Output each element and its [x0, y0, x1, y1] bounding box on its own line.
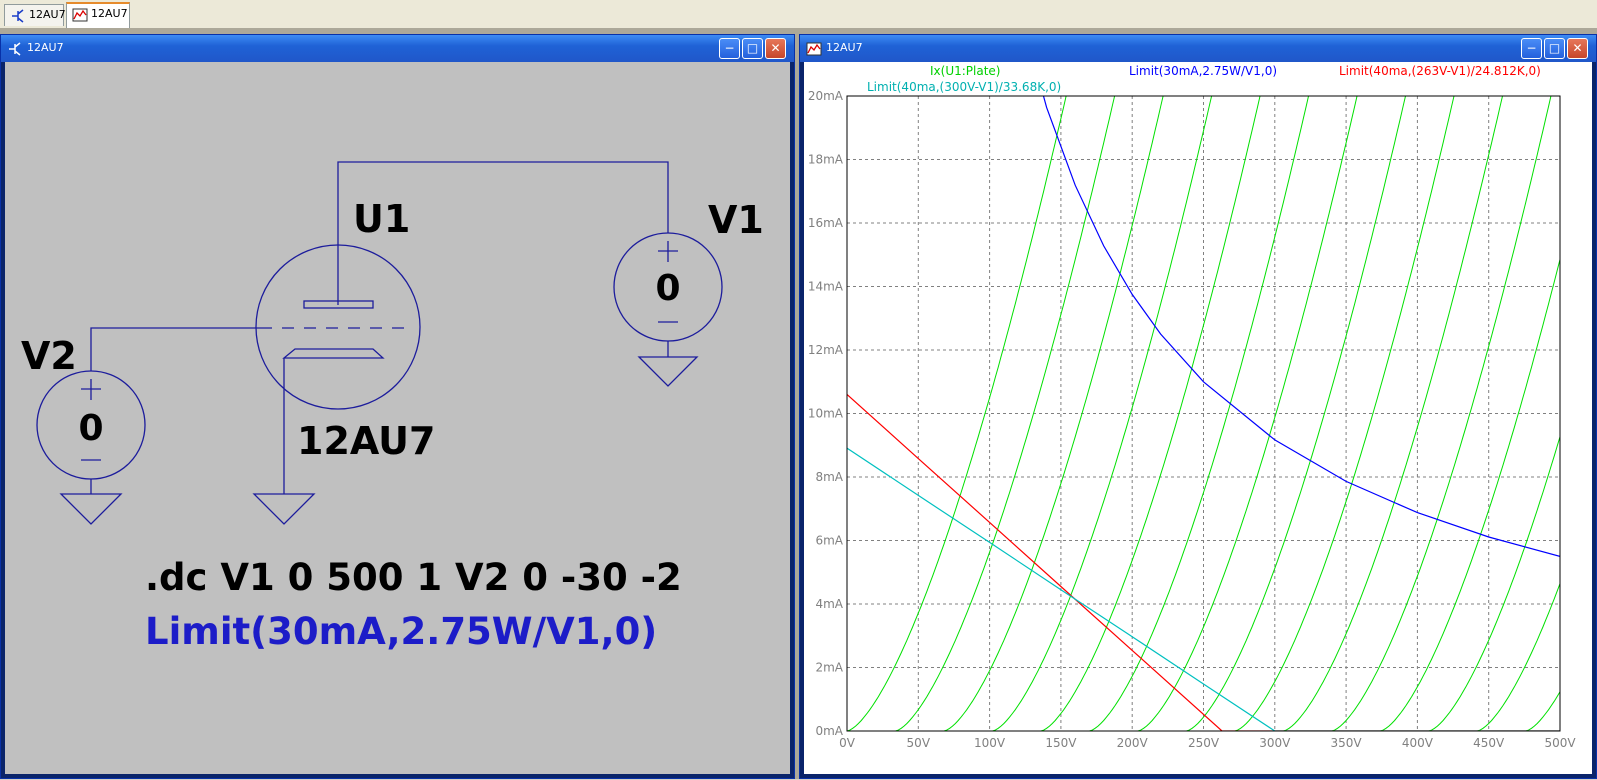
schematic-comment[interactable]: Limit(30mA,2.75W/V1,0): [145, 610, 657, 653]
x-tick-label: 400V: [1402, 736, 1434, 750]
schematic-canvas[interactable]: U1 12AU7 V1 0 V2 0 .dc V1 0 500 1 V2 0 -…: [5, 62, 790, 774]
y-tick-label: 2mA: [815, 661, 843, 675]
v2-value[interactable]: 0: [78, 408, 103, 449]
x-tick-label: 350V: [1331, 736, 1363, 750]
window-title: 12AU7: [27, 41, 64, 54]
x-tick-label: 50V: [907, 736, 931, 750]
schematic-icon: [12, 9, 24, 23]
waveform-window: 12AU7 − □ ✕ 0V 50V 100V 150V 200V 250V 300V 350…: [799, 34, 1597, 779]
x-tick-label: 150V: [1045, 736, 1077, 750]
y-tick-label: 14mA: [808, 280, 844, 294]
x-tick-label: 500V: [1544, 736, 1576, 750]
minimize-button[interactable]: −: [1521, 38, 1542, 59]
schematic-titlebar[interactable]: 12AU7 − □ ✕: [1, 35, 794, 62]
waveform-titlebar[interactable]: 12AU7 − □ ✕: [800, 35, 1596, 62]
y-tick-label: 18mA: [808, 153, 844, 167]
plot-grid: [847, 96, 1560, 731]
y-tick-label: 4mA: [815, 597, 843, 611]
v2-reference[interactable]: V2: [21, 334, 77, 378]
x-tick-label: 200V: [1117, 736, 1149, 750]
x-tick-label: 100V: [974, 736, 1006, 750]
v1-value[interactable]: 0: [655, 268, 680, 309]
legend-plate-current[interactable]: Ix(U1:Plate): [930, 64, 1000, 78]
tab-label: 12AU7: [91, 7, 128, 20]
y-tick-label: 6mA: [815, 534, 843, 548]
tube-value[interactable]: 12AU7: [297, 419, 435, 463]
x-axis-ticks: 0V 50V 100V 150V 200V 250V 300V 350V 400V 450V 500…: [839, 736, 1576, 750]
ground-symbol: [59, 479, 123, 525]
waveform-plot[interactable]: 0V 50V 100V 150V 200V 250V 300V 350V 400V 450V 500…: [804, 62, 1594, 776]
waveform-icon: [806, 42, 822, 56]
legend-limit-30ma[interactable]: Limit(30mA,2.75W/V1,0): [1129, 64, 1277, 78]
x-tick-label: 250V: [1188, 736, 1220, 750]
y-tick-label: 10mA: [808, 407, 844, 421]
spice-directive[interactable]: .dc V1 0 500 1 V2 0 -30 -2: [145, 556, 682, 599]
maximize-button[interactable]: □: [742, 38, 763, 59]
close-button[interactable]: ✕: [765, 38, 786, 59]
document-tab-strip: 12AU7 12AU7: [0, 0, 1597, 29]
grid-wire[interactable]: [90, 327, 260, 371]
legend-limit-40ma-263v[interactable]: Limit(40ma,(263V-V1)/24.812K,0): [1339, 64, 1541, 78]
x-tick-label: 450V: [1473, 736, 1505, 750]
minimize-button[interactable]: −: [719, 38, 740, 59]
v1-reference[interactable]: V1: [708, 198, 764, 242]
y-tick-label: 12mA: [808, 343, 844, 357]
tube-reference[interactable]: U1: [353, 197, 410, 241]
y-tick-label: 8mA: [815, 470, 843, 484]
ground-symbol: [252, 493, 316, 525]
plot-pane[interactable]: 0V 50V 100V 150V 200V 250V 300V 350V 400V 450V 500…: [804, 62, 1592, 774]
tab-waveform[interactable]: 12AU7: [66, 2, 130, 28]
ground-symbol: [637, 341, 699, 387]
x-tick-label: 0V: [839, 736, 856, 750]
y-tick-label: 20mA: [808, 89, 844, 103]
limit-curve[interactable]: [983, 62, 1561, 557]
tube-cathode: [282, 348, 385, 359]
window-title: 12AU7: [826, 41, 863, 54]
y-axis-ticks: 0mA 2mA 4mA 6mA 8mA 10mA 12mA 14mA 16mA 18mA 20mA: [808, 89, 844, 738]
schematic-icon: [9, 42, 21, 56]
maximize-button[interactable]: □: [1544, 38, 1565, 59]
waveform-icon: [72, 8, 88, 22]
schematic-window: 12AU7 − □ ✕ U1 12AU7 V1 0 V2 0 .dc V1 0 …: [0, 34, 795, 779]
tab-schematic[interactable]: 12AU7: [4, 4, 66, 26]
schematic-drawing[interactable]: U1 12AU7 V1 0 V2 0 .dc V1 0 500 1 V2 0 -…: [5, 62, 792, 776]
legend-limit-40ma-300v[interactable]: Limit(40ma,(300V-V1)/33.68K,0): [867, 80, 1061, 94]
y-tick-label: 0mA: [815, 724, 843, 738]
x-tick-label: 300V: [1259, 736, 1291, 750]
close-button[interactable]: ✕: [1567, 38, 1588, 59]
y-tick-label: 16mA: [808, 216, 844, 230]
tab-label: 12AU7: [29, 8, 66, 21]
